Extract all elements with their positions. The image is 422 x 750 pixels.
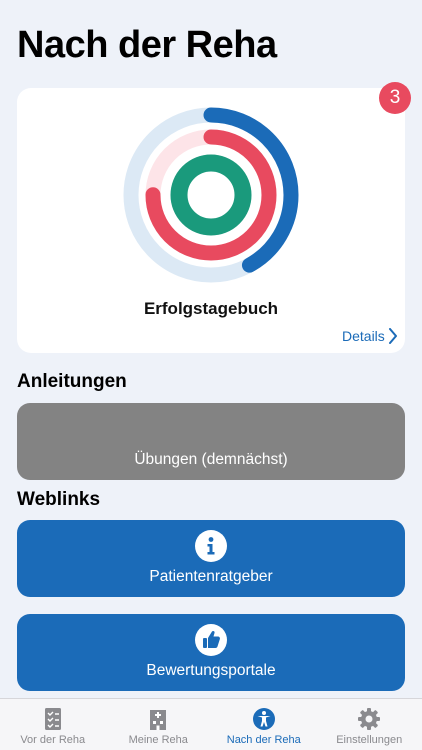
info-icon — [195, 530, 227, 562]
activity-rings — [123, 107, 299, 283]
details-link[interactable]: Details — [342, 328, 398, 344]
inner-ring-progress — [170, 154, 252, 236]
patient-guide-label: Patientenratgeber — [149, 568, 273, 585]
section-title-weblinks: Weblinks — [17, 489, 101, 510]
rating-portals-label: Bewertungsportale — [146, 662, 276, 679]
rating-portals-tile[interactable]: Bewertungsportale — [17, 614, 405, 691]
tab-after-rehab[interactable]: Nach der Reha — [211, 699, 317, 750]
chevron-right-icon — [388, 328, 397, 344]
tab-label: Vor der Reha — [20, 734, 86, 746]
tab-label: Nach der Reha — [226, 734, 301, 746]
tab-before-rehab[interactable]: Vor der Reha — [0, 699, 106, 750]
notification-badge: 3 — [379, 82, 411, 114]
gear-icon — [358, 708, 381, 730]
hospital-icon — [150, 710, 167, 730]
page-title: Nach der Reha — [17, 24, 277, 66]
exercises-label: Übungen (demnächst) — [134, 451, 288, 468]
tab-label: Einstellungen — [336, 734, 403, 746]
tab-settings[interactable]: Einstellungen — [317, 699, 422, 750]
exercises-tile[interactable]: Übungen (demnächst) — [17, 403, 405, 480]
tab-bar: Vor der Reha Meine Reha Nach der Reha Ei… — [0, 698, 422, 750]
section-title-instructions: Anleitungen — [17, 371, 127, 392]
thumbs-up-icon — [195, 624, 227, 656]
tab-my-rehab[interactable]: Meine Reha — [106, 699, 212, 750]
details-label: Details — [342, 328, 385, 344]
checklist-icon — [44, 708, 61, 730]
tab-label: Meine Reha — [128, 734, 188, 746]
card-title: Erfolgstagebuch — [143, 299, 279, 318]
accessibility-icon — [252, 708, 275, 730]
patient-guide-tile[interactable]: Patientenratgeber — [17, 520, 405, 597]
